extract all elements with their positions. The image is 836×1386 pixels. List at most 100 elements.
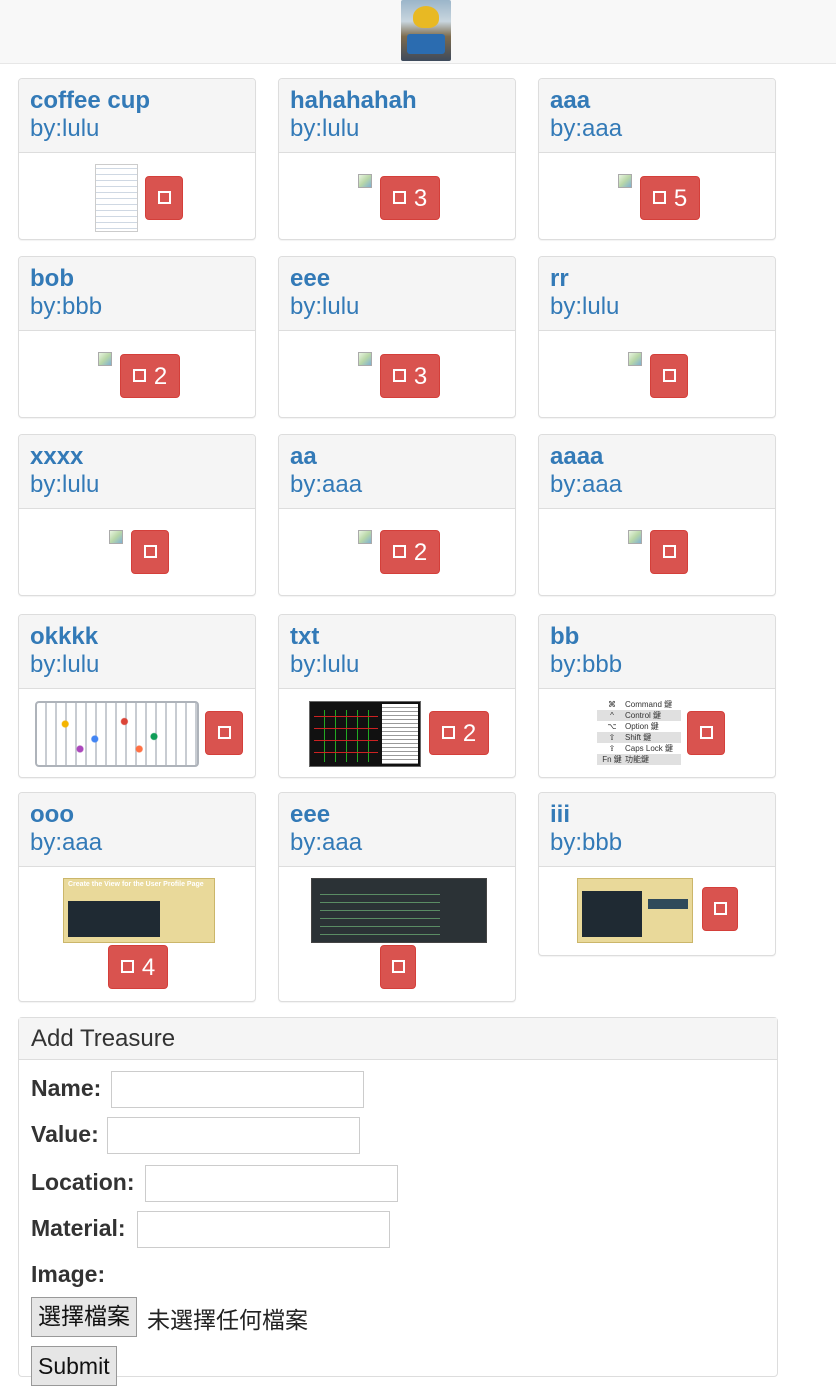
broken-image-icon[interactable] bbox=[358, 174, 372, 188]
treasure-image[interactable] bbox=[577, 878, 693, 943]
file-status-text: 未選擇任何檔案 bbox=[147, 1308, 308, 1334]
card-body: 3 bbox=[279, 153, 515, 239]
delete-button[interactable] bbox=[650, 530, 688, 574]
key-symbol: ⌥ bbox=[607, 722, 617, 731]
broken-image-icon[interactable] bbox=[628, 530, 642, 544]
key-row: Fn 鍵功能鍵 bbox=[597, 754, 681, 765]
treasure-title-link[interactable]: okkkk bbox=[30, 623, 244, 651]
name-label: Name: bbox=[31, 1075, 102, 1101]
treasure-owner-link[interactable]: by:aaa bbox=[290, 471, 504, 499]
delete-button[interactable]: 2 bbox=[380, 530, 440, 574]
treasure-card: iii by:bbb bbox=[538, 792, 776, 956]
treasure-title-link[interactable]: bob bbox=[30, 265, 244, 293]
treasure-owner-link[interactable]: by:lulu bbox=[30, 115, 244, 143]
treasure-card: coffee cup by:lulu bbox=[18, 78, 256, 240]
square-icon bbox=[662, 369, 676, 383]
value-label: Value: bbox=[31, 1121, 99, 1147]
key-symbol: ⌘ bbox=[608, 700, 616, 709]
card-body: 2 bbox=[19, 331, 255, 417]
delete-button[interactable]: 5 bbox=[640, 176, 700, 220]
delete-button[interactable]: 2 bbox=[120, 354, 180, 398]
count-label: 3 bbox=[413, 185, 428, 212]
card-body: 2 bbox=[279, 509, 515, 595]
treasure-owner-link[interactable]: by:lulu bbox=[30, 651, 244, 679]
delete-button[interactable] bbox=[131, 530, 169, 574]
square-icon bbox=[392, 545, 406, 559]
treasure-owner-link[interactable]: by:bbb bbox=[550, 829, 764, 857]
treasure-title-link[interactable]: bb bbox=[550, 623, 764, 651]
site-logo[interactable] bbox=[401, 0, 451, 61]
broken-image-icon[interactable] bbox=[358, 530, 372, 544]
delete-button[interactable] bbox=[205, 711, 243, 755]
treasure-owner-link[interactable]: by:lulu bbox=[290, 115, 504, 143]
location-input[interactable] bbox=[145, 1165, 398, 1202]
card-heading: rr by:lulu bbox=[539, 257, 775, 331]
count-label: 4 bbox=[141, 954, 156, 981]
treasure-owner-link[interactable]: by:lulu bbox=[550, 293, 764, 321]
square-icon bbox=[652, 191, 666, 205]
treasure-title-link[interactable]: eee bbox=[290, 801, 504, 829]
treasure-title-link[interactable]: ooo bbox=[30, 801, 244, 829]
delete-button[interactable] bbox=[687, 711, 725, 755]
treasure-owner-link[interactable]: by:aaa bbox=[30, 829, 244, 857]
value-input[interactable] bbox=[107, 1117, 360, 1154]
broken-image-icon[interactable] bbox=[618, 174, 632, 188]
treasure-title-link[interactable]: aaaa bbox=[550, 443, 764, 471]
card-body: 5 bbox=[539, 153, 775, 239]
treasure-owner-link[interactable]: by:lulu bbox=[290, 651, 504, 679]
treasure-image[interactable] bbox=[95, 164, 138, 232]
treasure-image[interactable]: Create the View for the User Profile Pag… bbox=[63, 878, 215, 943]
treasure-owner-link[interactable]: by:bbb bbox=[550, 651, 764, 679]
treasure-owner-link[interactable]: by:aaa bbox=[550, 471, 764, 499]
delete-button[interactable] bbox=[650, 354, 688, 398]
broken-image-icon[interactable] bbox=[628, 352, 642, 366]
treasure-title-link[interactable]: eee bbox=[290, 265, 504, 293]
treasure-title-link[interactable]: hahahahah bbox=[290, 87, 504, 115]
treasure-image[interactable] bbox=[309, 701, 421, 767]
treasure-title-link[interactable]: xxxx bbox=[30, 443, 244, 471]
treasure-image[interactable]: ⌘ Command 鍵 ^ Control 鍵 ⌥ Option 鍵 ⇧ Shift 鍵… bbox=[597, 699, 681, 765]
submit-button[interactable]: Submit bbox=[31, 1346, 117, 1386]
treasure-title-link[interactable]: rr bbox=[550, 265, 764, 293]
treasure-title-link[interactable]: aa bbox=[290, 443, 504, 471]
treasure-owner-link[interactable]: by:lulu bbox=[30, 471, 244, 499]
delete-button[interactable] bbox=[702, 887, 738, 931]
card-heading: eee by:aaa bbox=[279, 793, 515, 867]
treasure-title-link[interactable]: aaa bbox=[550, 87, 764, 115]
treasure-owner-link[interactable]: by:lulu bbox=[290, 293, 504, 321]
delete-button[interactable] bbox=[145, 176, 183, 220]
treasure-image[interactable] bbox=[311, 878, 487, 943]
square-icon bbox=[662, 545, 676, 559]
name-input[interactable] bbox=[111, 1071, 364, 1108]
delete-button[interactable] bbox=[380, 945, 416, 989]
square-icon bbox=[132, 369, 146, 383]
treasure-title-link[interactable]: iii bbox=[550, 801, 764, 829]
card-body bbox=[279, 867, 515, 1001]
location-label: Location: bbox=[31, 1169, 135, 1195]
delete-button[interactable]: 4 bbox=[108, 945, 168, 989]
treasure-title-link[interactable]: txt bbox=[290, 623, 504, 651]
broken-image-icon[interactable] bbox=[98, 352, 112, 366]
count-label: 2 bbox=[462, 720, 477, 747]
image-tooltip-block bbox=[648, 899, 688, 909]
key-symbol: ⇪ bbox=[608, 744, 616, 753]
broken-image-icon[interactable] bbox=[109, 530, 123, 544]
choose-file-button[interactable]: 選擇檔案 bbox=[31, 1297, 137, 1337]
material-input[interactable] bbox=[137, 1211, 390, 1248]
count-label: 3 bbox=[413, 363, 428, 390]
treasure-owner-link[interactable]: by:bbb bbox=[30, 293, 244, 321]
broken-image-icon[interactable] bbox=[358, 352, 372, 366]
delete-button[interactable]: 3 bbox=[380, 176, 440, 220]
square-icon bbox=[392, 369, 406, 383]
square-icon bbox=[441, 726, 455, 740]
treasure-image[interactable] bbox=[35, 701, 199, 767]
delete-button[interactable]: 3 bbox=[380, 354, 440, 398]
delete-button[interactable]: 2 bbox=[429, 711, 489, 755]
treasure-title-link[interactable]: coffee cup bbox=[30, 87, 244, 115]
treasure-owner-link[interactable]: by:aaa bbox=[550, 115, 764, 143]
card-body: ⌘ Command 鍵 ^ Control 鍵 ⌥ Option 鍵 ⇧ Shift 鍵… bbox=[539, 689, 775, 777]
top-navbar bbox=[0, 0, 836, 64]
treasure-owner-link[interactable]: by:aaa bbox=[290, 829, 504, 857]
image-code-block bbox=[68, 901, 160, 937]
count-label: 2 bbox=[413, 539, 428, 566]
